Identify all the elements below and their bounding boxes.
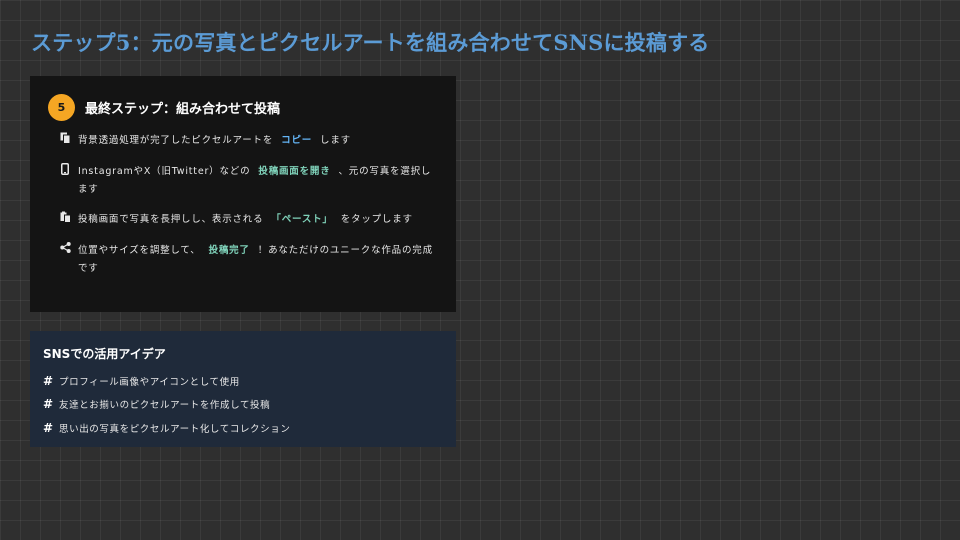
steps-list: 背景透過処理が完了したピクセルアートを コピー します InstagramやX（旧T… bbox=[58, 132, 438, 278]
step-highlight: 「ペースト」 bbox=[271, 214, 333, 225]
idea-text: 思い出の写真をピクセルアート化してコレクション bbox=[59, 423, 291, 435]
copy-icon bbox=[58, 132, 72, 151]
step-highlight: コピー bbox=[281, 135, 313, 146]
step-text: 背景透過処理が完了したピクセルアートを コピー します bbox=[78, 135, 351, 146]
slide-title: ステップ5：元の写真とピクセルアートを組み合わせてSNSに投稿する bbox=[31, 30, 710, 55]
step-highlight: 投稿画面を開き bbox=[258, 166, 331, 177]
ideas-list: # プロフィール画像やアイコンとして使用 # 友達とお揃いのピクセルアートを作成… bbox=[43, 369, 290, 440]
idea-item: # プロフィール画像やアイコンとして使用 bbox=[43, 369, 290, 393]
hashtag-icon: # bbox=[43, 373, 54, 388]
ideas-card-title: SNSでの活用アイデア bbox=[43, 347, 166, 361]
mobile-icon bbox=[58, 163, 72, 182]
step-item: 位置やサイズを調整して、 投稿完了 ！あなただけのユニークな作品の完成です bbox=[58, 242, 438, 278]
step-number-badge: 5 bbox=[48, 94, 75, 121]
ideas-card: SNSでの活用アイデア # プロフィール画像やアイコンとして使用 # 友達とお揃… bbox=[30, 331, 456, 447]
step-highlight: 投稿完了 bbox=[208, 245, 250, 256]
hashtag-icon: # bbox=[43, 397, 54, 412]
idea-item: # 思い出の写真をピクセルアート化してコレクション bbox=[43, 416, 290, 440]
steps-card: 5 最終ステップ：組み合わせて投稿 背景透過処理が完了したピクセルアートを コピー… bbox=[30, 76, 456, 312]
step-text: 位置やサイズを調整して、 投稿完了 ！あなただけのユニークな作品の完成です bbox=[78, 245, 433, 274]
step-item: 背景透過処理が完了したピクセルアートを コピー します bbox=[58, 132, 438, 151]
idea-text: 友達とお揃いのピクセルアートを作成して投稿 bbox=[59, 400, 271, 412]
hashtag-icon: # bbox=[43, 420, 54, 435]
steps-card-title: 最終ステップ：組み合わせて投稿 bbox=[85, 102, 281, 117]
share-icon bbox=[58, 242, 72, 260]
idea-item: # 友達とお揃いのピクセルアートを作成して投稿 bbox=[43, 393, 290, 417]
step-item: InstagramやX（旧Twitter）などの 投稿画面を開き 、元の写真を選択し… bbox=[58, 163, 438, 199]
idea-text: プロフィール画像やアイコンとして使用 bbox=[59, 376, 240, 388]
step-text: InstagramやX（旧Twitter）などの 投稿画面を開き 、元の写真を選択し… bbox=[78, 166, 432, 195]
steps-card-header: 5 最終ステップ：組み合わせて投稿 bbox=[48, 94, 280, 121]
step-item: 投稿画面で写真を長押しし、表示される 「ペースト」 をタップします bbox=[58, 211, 438, 230]
paste-icon bbox=[58, 211, 72, 230]
step-text: 投稿画面で写真を長押しし、表示される 「ペースト」 をタップします bbox=[78, 214, 413, 225]
